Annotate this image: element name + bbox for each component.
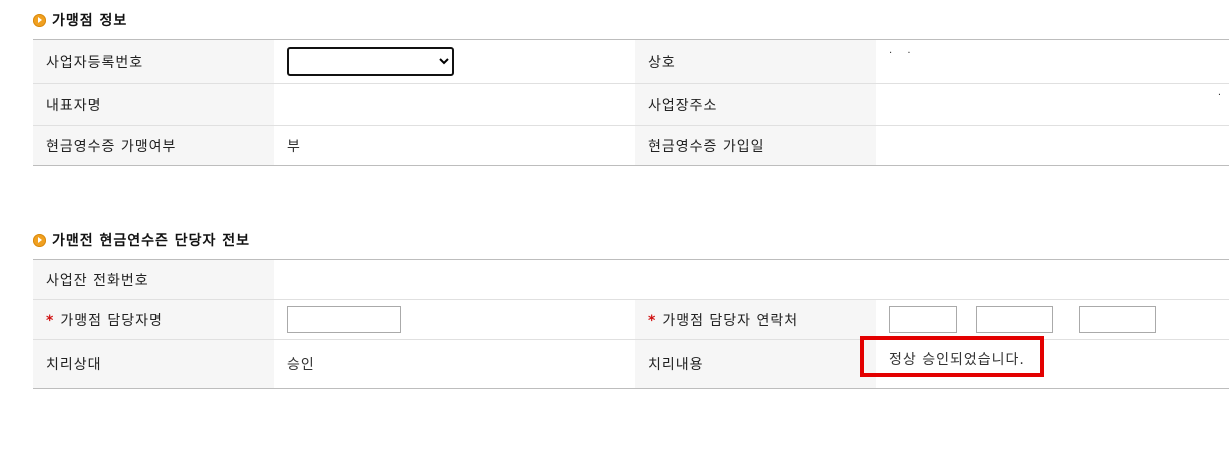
table-row: 사업자등록번호 상호 · · [33,39,1229,84]
table-row: 내표자명 사업장주소 · [33,83,1229,126]
section-title-text: 가맨전 현금연수즌 단당자 전보 [52,233,251,249]
contact-part1-input[interactable] [889,306,957,333]
contact-info-table: 사업잔 전화번호 * 가맹점 담당자명 * 가맹점 담당자 연락처 치리상대 승인 … [33,259,1229,389]
section-title-contact-info: 가맨전 현금연수즌 단당자 전보 [33,231,250,249]
label-company-name: 상호 [635,39,876,84]
manager-name-input[interactable] [287,306,401,333]
section-title-merchant-info: 가맹점 정보 [33,11,127,29]
contact-part3-input[interactable] [1078,306,1156,333]
value-cash-receipt-member: 부 [274,125,635,166]
table-row: 사업잔 전화번호 [33,259,1229,300]
label-manager-contact: * 가맹점 담당자 연락처 [635,299,876,340]
value-manager-name [274,299,635,340]
table-row: 치리상대 승인 치리내용 정상 승인되었습니다. [33,339,1229,389]
label-business-number: 사업자등록번호 [33,39,274,84]
required-mark: * [648,312,657,329]
label-business-phone: 사업잔 전화번호 [33,259,274,300]
table-row: 현금영수증 가맹여부 부 현금영수증 가입일 [33,125,1229,166]
arrow-bullet-icon [33,13,46,27]
arrow-bullet-icon [33,233,46,247]
label-process-status: 치리상대 [33,339,274,389]
label-manager-name: * 가맹점 담당자명 [33,299,274,340]
merchant-info-table: 사업자등록번호 상호 · · 내표자명 사업장주소 · 현금영수증 가맹여부 부… [33,39,1229,166]
value-manager-contact [876,299,1229,340]
value-process-status: 승인 [274,339,635,389]
value-process-detail: 정상 승인되었습니다. [876,339,1229,389]
label-business-address: 사업장주소 [635,83,876,126]
value-business-phone [274,259,1229,300]
section-title-text: 가맹점 정보 [52,13,128,29]
value-representative-name [274,83,635,126]
label-cash-receipt-member: 현금영수증 가맹여부 [33,125,274,166]
contact-part2-input[interactable] [976,306,1054,333]
label-cash-receipt-join-date: 현금영수증 가입일 [635,125,876,166]
value-cash-receipt-join-date [876,125,1229,166]
value-business-address: · [876,83,1229,126]
table-row: * 가맹점 담당자명 * 가맹점 담당자 연락처 [33,299,1229,340]
business-number-select[interactable] [287,47,454,76]
required-mark: * [46,312,55,329]
value-business-number [274,39,635,84]
value-company-name: · · [876,39,1229,84]
label-representative-name: 내표자명 [33,83,274,126]
label-process-detail: 치리내용 [635,339,876,389]
